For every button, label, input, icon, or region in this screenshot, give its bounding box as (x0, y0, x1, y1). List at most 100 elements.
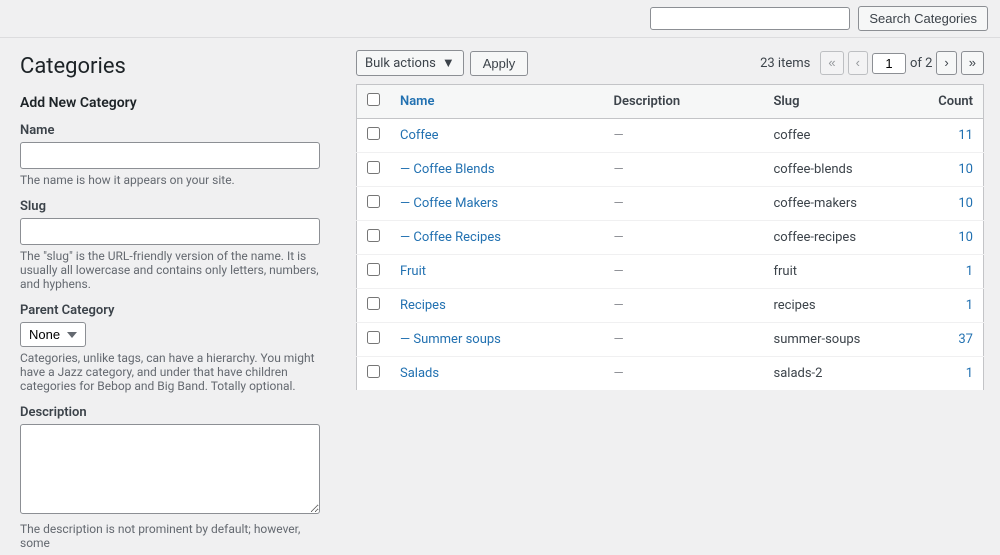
page-title: Categories (20, 54, 320, 79)
parent-label: Parent Category (20, 303, 320, 318)
row-count-cell: 1 (924, 289, 984, 323)
page-number-input[interactable] (872, 53, 906, 74)
name-label: Name (20, 123, 320, 138)
parent-hint: Categories, unlike tags, can have a hier… (20, 351, 320, 393)
row-description-cell: — (604, 153, 764, 187)
row-name-cell: Fruit (390, 255, 604, 289)
name-input[interactable] (20, 142, 320, 169)
row-name-link[interactable]: — Coffee Blends (400, 162, 495, 177)
row-description-cell: — (604, 289, 764, 323)
table-row: Recipes—recipes1 (357, 289, 984, 323)
row-checkbox[interactable] (367, 195, 380, 208)
row-count-link[interactable]: 37 (958, 332, 973, 347)
description-label: Description (20, 405, 320, 420)
add-new-title: Add New Category (20, 95, 320, 111)
row-description-cell: — (604, 323, 764, 357)
row-checkbox[interactable] (367, 127, 380, 140)
table-body: Coffee—coffee11— Coffee Blends—coffee-bl… (357, 119, 984, 391)
row-name-cell: — Summer soups (390, 323, 604, 357)
header-description: Description (604, 85, 764, 119)
row-count-link[interactable]: 10 (958, 162, 973, 177)
header-checkbox-col (357, 85, 391, 119)
row-name-cell: — Coffee Recipes (390, 221, 604, 255)
row-name-link[interactable]: — Summer soups (400, 332, 501, 347)
table-row: — Coffee Recipes—coffee-recipes10 (357, 221, 984, 255)
categories-table: Name Description Slug Count Coffee—coffe… (356, 84, 984, 391)
description-textarea[interactable] (20, 424, 320, 514)
row-name-link[interactable]: — Coffee Makers (400, 196, 498, 211)
row-count-cell: 1 (924, 255, 984, 289)
row-name-link[interactable]: Coffee (400, 128, 439, 143)
row-slug-cell: coffee-makers (764, 187, 924, 221)
row-checkbox[interactable] (367, 297, 380, 310)
row-slug-cell: coffee-blends (764, 153, 924, 187)
table-header-row: Name Description Slug Count (357, 85, 984, 119)
row-slug-cell: fruit (764, 255, 924, 289)
row-slug-cell: coffee-recipes (764, 221, 924, 255)
row-description-cell: — (604, 357, 764, 391)
description-field-group: Description The description is not promi… (20, 405, 320, 550)
row-count-link[interactable]: 1 (966, 264, 973, 279)
row-checkbox-cell (357, 153, 391, 187)
header-name: Name (390, 85, 604, 119)
search-categories-input[interactable] (650, 7, 850, 30)
row-count-cell: 10 (924, 187, 984, 221)
row-checkbox[interactable] (367, 365, 380, 378)
table-row: Coffee—coffee11 (357, 119, 984, 153)
row-name-link[interactable]: Recipes (400, 298, 446, 313)
search-categories-button[interactable]: Search Categories (858, 6, 988, 31)
table-row: — Coffee Makers —coffee-makers 10 (357, 187, 984, 221)
parent-category-select[interactable]: None (20, 322, 86, 347)
row-count-cell: 1 (924, 357, 984, 391)
row-name-cell: Coffee (390, 119, 604, 153)
items-count: 23 items (760, 56, 810, 71)
row-description-cell: — (604, 187, 764, 221)
bulk-actions-dropdown[interactable]: Bulk actions ▼ (356, 50, 464, 76)
left-panel: Categories Add New Category Name The nam… (0, 38, 340, 555)
row-count-link[interactable]: 11 (958, 128, 973, 143)
toolbar-left: Bulk actions ▼ Apply (356, 50, 528, 76)
row-checkbox-cell (357, 221, 391, 255)
table-row: Salads—salads-21 (357, 357, 984, 391)
slug-field-group: Slug The "slug" is the URL-friendly vers… (20, 199, 320, 291)
row-checkbox-cell (357, 289, 391, 323)
row-count-cell: 10 (924, 221, 984, 255)
row-count-link[interactable]: 10 (958, 230, 973, 245)
row-count-link[interactable]: 1 (966, 298, 973, 313)
apply-button[interactable]: Apply (470, 51, 529, 76)
row-checkbox-cell (357, 187, 391, 221)
row-checkbox[interactable] (367, 161, 380, 174)
top-bar: Search Categories (0, 0, 1000, 38)
pagination: 23 items « ‹ of 2 › » (760, 51, 984, 75)
row-count-link[interactable]: 1 (966, 366, 973, 381)
content-area: Categories Add New Category Name The nam… (0, 38, 1000, 555)
row-checkbox-cell (357, 323, 391, 357)
slug-input[interactable] (20, 218, 320, 245)
bulk-actions-chevron-icon: ▼ (442, 55, 455, 71)
row-description-cell: — (604, 119, 764, 153)
select-all-checkbox[interactable] (367, 93, 380, 106)
prev-page-button[interactable]: ‹ (848, 51, 868, 75)
row-slug-cell: summer-soups (764, 323, 924, 357)
name-field-group: Name The name is how it appears on your … (20, 123, 320, 187)
description-hint: The description is not prominent by defa… (20, 522, 320, 550)
row-name-link[interactable]: Salads (400, 366, 439, 381)
header-count: Count (924, 85, 984, 119)
row-checkbox[interactable] (367, 263, 380, 276)
page-wrapper: Search Categories Categories Add New Cat… (0, 0, 1000, 555)
first-page-button[interactable]: « (820, 51, 843, 75)
row-checkbox[interactable] (367, 229, 380, 242)
row-name-link[interactable]: — Coffee Recipes (400, 230, 501, 245)
table-toolbar: Bulk actions ▼ Apply 23 items « ‹ of 2 ›… (356, 50, 984, 76)
row-checkbox-cell (357, 255, 391, 289)
row-description-cell: — (604, 255, 764, 289)
row-name-cell: — Coffee Blends (390, 153, 604, 187)
row-count-link[interactable]: 10 (958, 196, 973, 211)
row-checkbox-cell (357, 357, 391, 391)
row-count-cell: 37 (924, 323, 984, 357)
row-checkbox[interactable] (367, 331, 380, 344)
parent-category-group: Parent Category None Categories, unlike … (20, 303, 320, 393)
last-page-button[interactable]: » (961, 51, 984, 75)
next-page-button[interactable]: › (936, 51, 956, 75)
row-name-link[interactable]: Fruit (400, 264, 426, 279)
